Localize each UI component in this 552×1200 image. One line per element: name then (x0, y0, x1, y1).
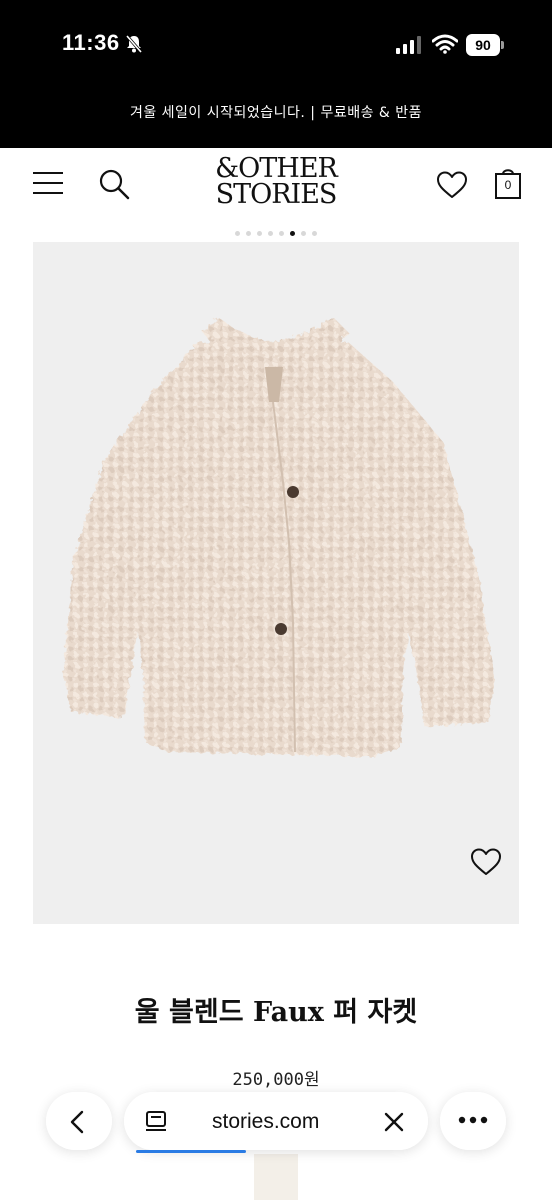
address-bar[interactable]: stories.com (124, 1092, 428, 1150)
carousel-dot[interactable] (290, 231, 295, 237)
battery-tip (501, 41, 504, 49)
status-bar: 11:36 90 (0, 0, 552, 92)
content-peek (254, 1154, 298, 1200)
carousel-dot[interactable] (268, 231, 273, 237)
carousel-dot[interactable] (301, 231, 306, 237)
heart-icon[interactable] (436, 170, 468, 200)
carousel-dot[interactable] (279, 231, 284, 237)
bag-count: 0 (504, 178, 512, 192)
carousel-indicator (0, 225, 552, 237)
wifi-icon (432, 34, 458, 54)
more-button[interactable] (440, 1092, 506, 1150)
wishlist-heart-icon[interactable] (470, 847, 502, 877)
bell-slash-icon (125, 35, 143, 53)
site-header: &OTHER STORIES 0 (0, 148, 552, 222)
page-load-progress (136, 1150, 246, 1153)
shopping-bag-icon[interactable]: 0 (494, 166, 522, 200)
carousel-dot[interactable] (235, 231, 240, 237)
more-icon (458, 1116, 488, 1124)
cellular-signal-icon (396, 36, 421, 54)
carousel-dot[interactable] (312, 231, 317, 237)
search-icon[interactable] (98, 168, 130, 200)
back-button[interactable] (46, 1092, 112, 1150)
jacket-illustration (63, 317, 495, 757)
battery-level: 90 (466, 34, 500, 56)
brand-logo[interactable]: &OTHER STORIES (206, 155, 346, 210)
carousel-dot[interactable] (246, 231, 251, 237)
menu-icon[interactable] (32, 170, 64, 196)
battery-icon: 90 (466, 34, 504, 56)
status-time: 11:36 (62, 30, 120, 55)
browser-toolbar: stories.com (0, 1088, 552, 1200)
logo-line-2: STORIES (215, 179, 338, 210)
url-text[interactable]: stories.com (212, 1110, 319, 1134)
carousel-dot[interactable] (257, 231, 262, 237)
announcement-bar[interactable]: 겨울 세일이 시작되었습니다. | 무료배송 & 반품 (0, 92, 552, 148)
product-price: 250,000원 (232, 1070, 320, 1090)
chevron-left-icon (70, 1110, 84, 1134)
product-image[interactable] (33, 242, 519, 924)
close-icon[interactable] (384, 1112, 404, 1132)
product-title: 울 블렌드 Faux 퍼 자켓 (134, 997, 418, 1028)
reader-icon[interactable] (144, 1110, 168, 1134)
